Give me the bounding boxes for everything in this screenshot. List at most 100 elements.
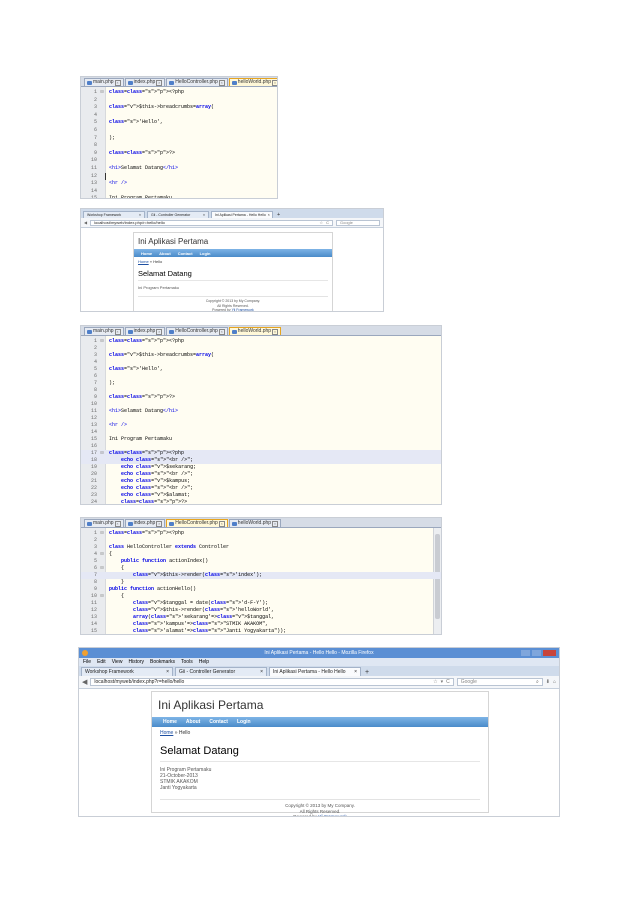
code-line[interactable]: 11 <h1>Selamat Datang</h1> xyxy=(81,408,441,415)
editor-tab[interactable]: helloWorld.php × xyxy=(228,327,282,335)
code-line[interactable]: 11 class="v">$tanggal = date(class="s">'… xyxy=(81,600,441,607)
main-menu-item[interactable]: Home xyxy=(141,251,152,256)
menubar-item[interactable]: View xyxy=(112,658,123,666)
code-line[interactable]: 14 xyxy=(81,429,441,436)
tab-close-icon[interactable]: × xyxy=(156,520,163,527)
code-line[interactable]: 2 xyxy=(81,345,441,352)
tab-close-icon[interactable]: × xyxy=(166,669,169,675)
tab-close-icon[interactable]: × xyxy=(203,213,205,217)
tab-close-icon[interactable]: × xyxy=(218,328,225,335)
code-line[interactable]: 2 xyxy=(81,97,277,105)
new-tab-icon[interactable]: + xyxy=(363,669,369,676)
code-line[interactable]: 8 xyxy=(81,387,441,394)
code-line[interactable]: 6 xyxy=(81,127,277,135)
search-field[interactable]: Google ⌕ xyxy=(456,678,543,686)
browser-tab[interactable]: Ini Aplikasi Pertama - Hello Hello × xyxy=(211,210,273,218)
code-line[interactable]: 9 public function actionHello() xyxy=(81,586,441,593)
code-line[interactable]: 3 class HelloController extends Controlle… xyxy=(81,544,441,551)
code-line[interactable]: 3 class="v">$this->breadcrumbs=array( xyxy=(81,104,277,112)
download-icon[interactable]: ⬇ xyxy=(546,679,550,685)
code-line[interactable]: 7); xyxy=(81,380,441,387)
browser-tab[interactable]: Gii - Controller Generator × xyxy=(147,210,209,218)
code-line[interactable]: 18 echo class="s">"<br />"; xyxy=(81,457,441,464)
code-line[interactable]: 15 Ini Program Pertamaku xyxy=(81,195,277,198)
code-line[interactable]: 10 ⊟ { xyxy=(81,593,441,600)
menubar-item[interactable]: Tools xyxy=(181,658,193,666)
tab-close-icon[interactable]: × xyxy=(156,328,163,335)
code-line[interactable]: 8 } xyxy=(81,579,441,586)
tab-close-icon[interactable]: × xyxy=(268,213,270,217)
code-line[interactable]: 5 public function actionIndex() xyxy=(81,558,441,565)
code-line[interactable]: 8 xyxy=(81,142,277,150)
editor-tab[interactable]: helloWorld.php × xyxy=(228,519,282,527)
breadcrumb-home-link[interactable]: Home xyxy=(160,730,173,736)
code-line[interactable]: 5 class="s">'Hello', xyxy=(81,366,441,373)
dropdown-icon[interactable]: ▾ xyxy=(441,679,444,685)
editor-tab[interactable]: index.php × xyxy=(124,327,166,335)
main-menu-item[interactable]: Home xyxy=(163,719,177,725)
code-line[interactable]: 5 class="s">'Hello', xyxy=(81,119,277,127)
code-line[interactable]: 22 echo class="s">"<br />"; xyxy=(81,485,441,492)
tab-close-icon[interactable]: × xyxy=(260,669,263,675)
breadcrumb-home-link[interactable]: Home xyxy=(138,259,149,264)
menubar-item[interactable]: Edit xyxy=(97,658,106,666)
tab-close-icon[interactable]: × xyxy=(272,520,279,527)
code-line[interactable]: 21 echo class="v">$kampus; xyxy=(81,478,441,485)
home-icon[interactable]: ⌂ xyxy=(553,679,556,685)
tab-close-icon[interactable]: × xyxy=(114,79,121,86)
code-line[interactable]: 4 ⊟{ xyxy=(81,551,441,558)
main-menu-item[interactable]: Contact xyxy=(178,251,193,256)
browser-tab[interactable]: Workshop Framework × xyxy=(81,667,173,676)
tab-close-icon[interactable]: × xyxy=(218,520,225,527)
menubar-item[interactable]: Bookmarks xyxy=(150,658,175,666)
browser-tab[interactable]: Ini Aplikasi Pertama - Hello Hello × xyxy=(269,667,361,676)
code-line[interactable]: 19 echo class="v">$sekarang; xyxy=(81,464,441,471)
editor-tab[interactable]: HelloController.php × xyxy=(166,78,228,86)
code-line[interactable]: 10 xyxy=(81,401,441,408)
editor-tab[interactable]: helloWorld.php × xyxy=(228,78,277,86)
tab-close-icon[interactable]: × xyxy=(272,328,279,335)
code-line[interactable]: 2 xyxy=(81,537,441,544)
code-line[interactable]: 15 Ini Program Pertamaku xyxy=(81,436,441,443)
code-line[interactable]: 13 array(class="s">'sekarang'=>class="v"… xyxy=(81,614,441,621)
code-line[interactable]: 4 xyxy=(81,112,277,120)
editor-tab[interactable]: HelloController.php × xyxy=(166,519,228,527)
code-line[interactable]: 17 ⊟ class=class="s">"p"><?php xyxy=(81,450,441,457)
code-line[interactable]: 3 class="v">$this->breadcrumbs=array( xyxy=(81,352,441,359)
code-line[interactable]: 11 <h1>Selamat Datang</h1> xyxy=(81,165,277,173)
code-line[interactable]: 1 ⊟ class=class="s">"p"><?php xyxy=(81,530,441,537)
menubar-item[interactable]: History xyxy=(128,658,144,666)
code-line[interactable]: 6 xyxy=(81,373,441,380)
code-line[interactable]: 12 xyxy=(81,415,441,422)
yii-framework-link[interactable]: Yii Framework xyxy=(232,308,254,311)
tab-close-icon[interactable]: × xyxy=(139,213,141,217)
back-icon[interactable]: ◀ xyxy=(84,220,87,225)
code-line[interactable]: 4 xyxy=(81,359,441,366)
yii-framework-link[interactable]: Yii Framework xyxy=(318,814,347,816)
editor-tab[interactable]: index.php × xyxy=(124,78,166,86)
tab-close-icon[interactable]: × xyxy=(156,79,163,86)
code-line[interactable]: 12 xyxy=(81,172,277,181)
code-line[interactable]: 9 class=class="s">"p">?> xyxy=(81,150,277,158)
code-line[interactable]: 1 ⊟ class=class="s">"p"><?php xyxy=(81,89,277,97)
search-icon[interactable]: ⌕ xyxy=(536,679,539,685)
main-menu-item[interactable]: About xyxy=(159,251,171,256)
code-line[interactable]: 16 xyxy=(81,443,441,450)
code-line[interactable]: 14 xyxy=(81,188,277,196)
editor-tab[interactable]: HelloController.php × xyxy=(166,327,228,335)
browser-tab[interactable]: Gii - Controller Generator × xyxy=(175,667,267,676)
star-icon[interactable]: ☆ xyxy=(433,679,437,685)
tab-close-icon[interactable]: × xyxy=(114,520,121,527)
reload-icon[interactable]: C xyxy=(446,679,450,685)
code-line[interactable]: 13 <hr /> xyxy=(81,422,441,429)
tab-close-icon[interactable]: × xyxy=(354,669,357,675)
search-field[interactable]: Google xyxy=(336,219,380,226)
code-line[interactable]: 12 class="v">$this->render(class="s">'he… xyxy=(81,607,441,614)
code-line[interactable]: 10 xyxy=(81,157,277,165)
code-line[interactable]: 1 ⊟ class=class="s">"p"><?php xyxy=(81,338,441,345)
main-menu-item[interactable]: Login xyxy=(237,719,251,725)
back-icon[interactable]: ◀ xyxy=(82,678,87,686)
menubar-item[interactable]: File xyxy=(83,658,91,666)
code-line[interactable]: 24 class=class="s">"p">?> xyxy=(81,499,441,504)
editor-tab[interactable]: index.php × xyxy=(124,519,166,527)
